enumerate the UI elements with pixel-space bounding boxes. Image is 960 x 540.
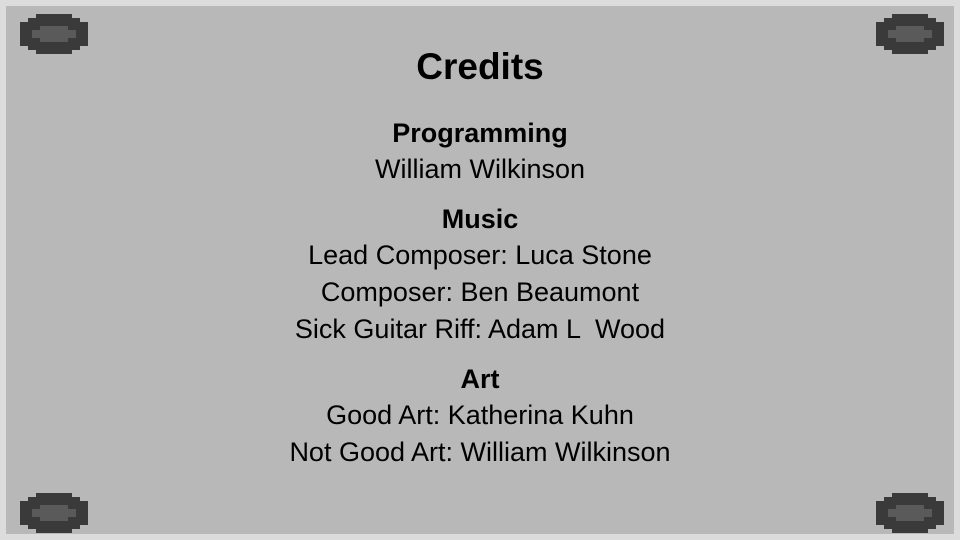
credit-line: Composer: Ben Beaumont	[320, 277, 640, 307]
corner-ornament-bottom-left-icon	[20, 493, 88, 533]
credits-section-programming: Programming William Wilkinson	[6, 116, 954, 188]
credits-section-art: Art Good Art: Katherina Kuhn Not Good Ar…	[6, 362, 954, 471]
credits-section-music: Music Lead Composer: Luca Stone Composer…	[6, 202, 954, 348]
credits-list: Credits Programming William Wilkinson Mu…	[6, 46, 954, 485]
section-heading-programming: Programming	[392, 118, 568, 148]
credits-title: Credits	[416, 46, 544, 87]
credit-line: Sick Guitar Riff: Adam L Wood	[294, 314, 666, 344]
section-heading-art: Art	[460, 364, 500, 394]
credit-line: Not Good Art: William Wilkinson	[289, 437, 671, 467]
credits-screen: Credits Programming William Wilkinson Mu…	[0, 0, 960, 540]
credit-line: William Wilkinson	[374, 154, 585, 184]
section-heading-music: Music	[441, 204, 519, 234]
corner-ornament-bottom-right-icon	[876, 493, 944, 533]
credit-line: Lead Composer: Luca Stone	[308, 240, 652, 270]
credit-line: Good Art: Katherina Kuhn	[326, 400, 634, 430]
